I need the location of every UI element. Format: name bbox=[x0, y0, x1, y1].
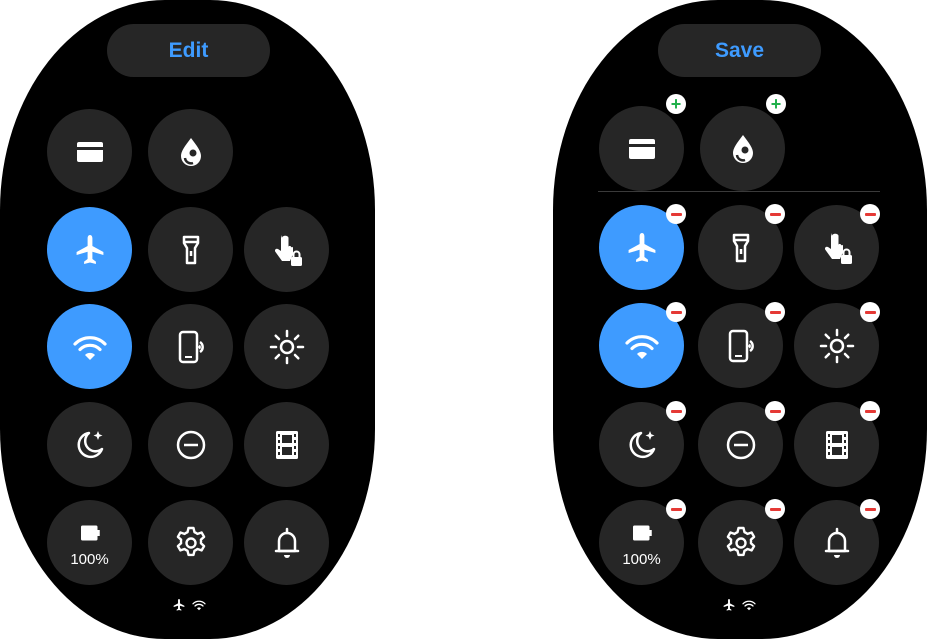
brightness-icon bbox=[817, 326, 857, 366]
remove-badge[interactable] bbox=[860, 401, 880, 421]
wifi-tile[interactable] bbox=[47, 304, 132, 389]
airplane-icon bbox=[171, 597, 187, 613]
status-bar bbox=[721, 597, 757, 613]
find-phone-icon bbox=[721, 326, 761, 366]
wifi-icon bbox=[622, 326, 662, 366]
water-drop-icon bbox=[171, 132, 211, 172]
do-not-disturb-tile[interactable] bbox=[148, 402, 233, 487]
find-phone-tile[interactable] bbox=[148, 304, 233, 389]
flashlight-icon bbox=[171, 230, 211, 270]
water-drop-icon bbox=[723, 129, 763, 169]
remove-badge[interactable] bbox=[765, 401, 785, 421]
remove-badge[interactable] bbox=[765, 499, 785, 519]
remove-badge[interactable] bbox=[860, 302, 880, 322]
flashlight-tile[interactable] bbox=[148, 207, 233, 292]
remove-badge[interactable] bbox=[765, 302, 785, 322]
divider bbox=[598, 191, 880, 192]
wallet-tile[interactable] bbox=[599, 106, 684, 191]
touch-lock-icon bbox=[817, 228, 857, 268]
remove-badge[interactable] bbox=[860, 499, 880, 519]
airplane-icon bbox=[721, 597, 737, 613]
airplane-icon bbox=[70, 230, 110, 270]
find-phone-icon bbox=[171, 327, 211, 367]
brightness-icon bbox=[267, 327, 307, 367]
minus-circle-icon bbox=[721, 425, 761, 465]
moon-icon bbox=[622, 425, 662, 465]
remove-badge[interactable] bbox=[666, 499, 686, 519]
wifi-icon bbox=[741, 597, 757, 613]
battery-icon bbox=[73, 518, 107, 548]
watch-screen-edit-mode: Save + + 100% bbox=[553, 0, 927, 639]
brightness-tile[interactable] bbox=[244, 304, 329, 389]
battery-percent: 100% bbox=[622, 550, 661, 568]
sound-tile[interactable] bbox=[244, 500, 329, 585]
wallet-icon bbox=[622, 129, 662, 169]
edit-button[interactable]: Edit bbox=[107, 24, 270, 77]
minus-circle-icon bbox=[171, 425, 211, 465]
touch-lock-tile[interactable] bbox=[244, 207, 329, 292]
watch-screen-quick-panel: Edit 100% bbox=[0, 0, 375, 639]
save-button[interactable]: Save bbox=[658, 24, 821, 77]
wallet-icon bbox=[70, 132, 110, 172]
settings-tile[interactable] bbox=[148, 500, 233, 585]
status-bar bbox=[171, 597, 207, 613]
gear-icon bbox=[721, 523, 761, 563]
remove-badge[interactable] bbox=[666, 401, 686, 421]
wifi-icon bbox=[70, 327, 110, 367]
airplane-mode-tile[interactable] bbox=[47, 207, 132, 292]
bell-icon bbox=[267, 523, 307, 563]
water-lock-tile[interactable] bbox=[700, 106, 785, 191]
touch-lock-icon bbox=[267, 230, 307, 270]
flashlight-icon bbox=[721, 228, 761, 268]
battery-icon bbox=[625, 518, 659, 548]
bell-icon bbox=[817, 523, 857, 563]
airplane-icon bbox=[622, 228, 662, 268]
moon-icon bbox=[70, 425, 110, 465]
water-lock-tile[interactable] bbox=[148, 109, 233, 194]
wifi-icon bbox=[191, 597, 207, 613]
remove-badge[interactable] bbox=[860, 204, 880, 224]
add-badge[interactable]: + bbox=[766, 94, 786, 114]
add-badge[interactable]: + bbox=[666, 94, 686, 114]
theater-mode-tile[interactable] bbox=[244, 402, 329, 487]
battery-percent: 100% bbox=[70, 550, 109, 568]
remove-badge[interactable] bbox=[666, 204, 686, 224]
gear-icon bbox=[171, 523, 211, 563]
remove-badge[interactable] bbox=[666, 302, 686, 322]
battery-tile[interactable]: 100% bbox=[47, 500, 132, 585]
bedtime-tile[interactable] bbox=[47, 402, 132, 487]
remove-badge[interactable] bbox=[765, 204, 785, 224]
film-icon bbox=[817, 425, 857, 465]
film-icon bbox=[267, 425, 307, 465]
wallet-tile[interactable] bbox=[47, 109, 132, 194]
